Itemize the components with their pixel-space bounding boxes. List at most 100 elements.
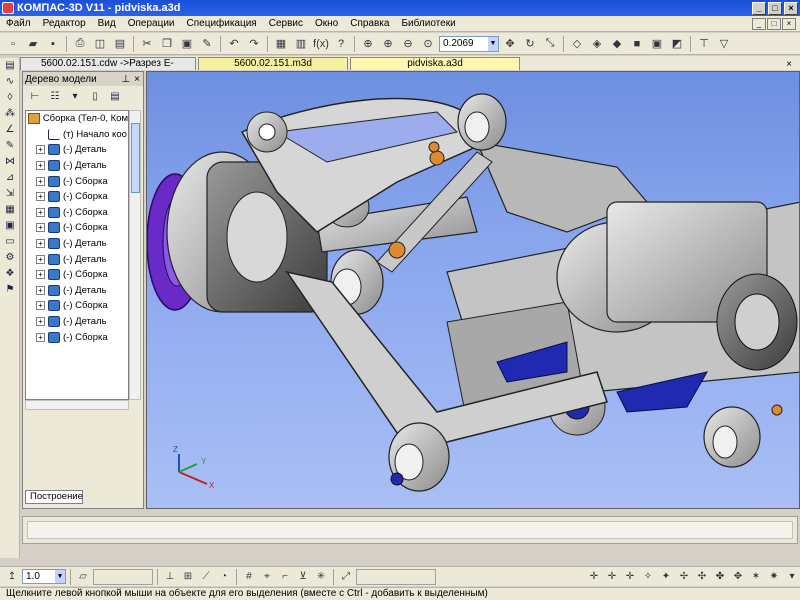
tree-item[interactable]: (т) Начало коо — [26, 127, 128, 143]
tree-item[interactable]: + (-) Деталь — [26, 158, 128, 174]
expand-icon[interactable]: + — [36, 223, 45, 233]
filter-icon[interactable]: ▽ — [715, 35, 733, 53]
manager-icon[interactable]: ▤ — [111, 35, 129, 53]
tree-item[interactable]: + (-) Деталь — [26, 251, 128, 267]
layer-icon[interactable]: ▱ — [75, 569, 91, 585]
tree-item[interactable]: + (-) Сборка — [26, 220, 128, 236]
grid-icon[interactable]: # — [241, 569, 257, 585]
menu-specification[interactable]: Спецификация — [181, 18, 263, 29]
expand-icon[interactable]: + — [36, 301, 45, 311]
expand-icon[interactable]: + — [36, 207, 45, 217]
menu-operations[interactable]: Операции — [122, 18, 181, 29]
tree-display-icon[interactable]: ▯ — [87, 89, 103, 105]
snap-tangent-icon[interactable]: ✦ — [658, 569, 674, 585]
snap-mid-icon[interactable]: ✛ — [622, 569, 638, 585]
chevron-down-icon[interactable]: ▼ — [55, 570, 65, 583]
measure-icon[interactable]: ⊿ — [2, 172, 18, 186]
spatial-curves-icon[interactable]: ∿ — [2, 76, 18, 90]
doc-restore-button[interactable]: □ — [767, 17, 781, 30]
tree-item[interactable]: + (-) Сборка — [26, 267, 128, 283]
tree-item[interactable]: + (-) Сборка — [26, 329, 128, 345]
print-icon[interactable]: ⎙ — [71, 35, 89, 53]
expand-icon[interactable]: + — [36, 285, 45, 295]
tab-close-button[interactable]: × — [786, 59, 792, 70]
pin-icon[interactable]: ⊥ — [121, 74, 130, 85]
sheet-metal-icon[interactable]: ▭ — [2, 236, 18, 250]
measure-tool-icon[interactable]: ⟋ — [198, 569, 214, 585]
orient-icon[interactable]: ⤡ — [541, 35, 559, 53]
expand-icon[interactable]: + — [36, 192, 45, 202]
panel-close-icon[interactable]: × — [134, 74, 140, 85]
snap-align-icon[interactable]: ✷ — [766, 569, 782, 585]
markup-icon[interactable]: ⚑ — [2, 284, 18, 298]
halftone-icon[interactable]: ▣ — [648, 35, 666, 53]
zoom-in-icon[interactable]: ⊕ — [379, 35, 397, 53]
properties-icon[interactable]: ▦ — [272, 35, 290, 53]
snap-nearest-icon[interactable]: ✛ — [586, 569, 602, 585]
expand-icon[interactable]: + — [36, 254, 45, 264]
arrays-icon[interactable]: ⁂ — [2, 108, 18, 122]
menu-window[interactable]: Окно — [309, 18, 344, 29]
maximize-button[interactable]: □ — [768, 1, 782, 15]
snap-toggle-icon[interactable]: ✳ — [313, 569, 329, 585]
save-icon[interactable]: ▪ — [44, 35, 62, 53]
snap-quadrant-icon[interactable]: ✣ — [694, 569, 710, 585]
local-cs-icon[interactable]: ⌖ — [259, 569, 275, 585]
tree-view-mode-icon[interactable]: ☷ — [47, 89, 63, 105]
snap-icon[interactable]: ⊞ — [180, 569, 196, 585]
coord-x-icon[interactable]: ⤢ — [338, 569, 354, 585]
expand-icon[interactable]: + — [36, 176, 45, 186]
ortho-mode-icon[interactable]: ⊻ — [295, 569, 311, 585]
help-pointer-icon[interactable]: ? — [332, 35, 350, 53]
tree-root-assembly[interactable]: Сборка (Тел-0, Ком — [26, 111, 128, 127]
expand-icon[interactable]: + — [36, 145, 45, 155]
zoom-scale-field[interactable]: 0.2069 ▼ — [439, 35, 499, 52]
hidden-thin-icon[interactable]: ◆ — [608, 35, 626, 53]
constraint-icon[interactable]: ⊤ — [695, 35, 713, 53]
expand-icon[interactable]: + — [36, 161, 45, 171]
close-button[interactable]: × — [784, 1, 798, 15]
round-icon[interactable]: ◔ — [216, 569, 232, 585]
format-brush-icon[interactable]: ✎ — [198, 35, 216, 53]
snap-normal-icon[interactable]: ✢ — [676, 569, 692, 585]
snap-center-icon[interactable]: ✛ — [604, 569, 620, 585]
expand-icon[interactable]: + — [36, 270, 45, 280]
no-hidden-icon[interactable]: ■ — [628, 35, 646, 53]
cs-origin-icon[interactable]: ⌐ — [277, 569, 293, 585]
cut-icon[interactable]: ✂ — [138, 35, 156, 53]
tab-construction[interactable]: Построение — [25, 490, 83, 504]
tree-item[interactable]: + (-) Сборка — [26, 189, 128, 205]
menu-libraries[interactable]: Библиотеки — [395, 18, 461, 29]
aux-geometry-icon[interactable]: ∠ — [2, 124, 18, 138]
select-icon[interactable]: ⇲ — [2, 188, 18, 202]
reports-icon[interactable]: ▣ — [2, 220, 18, 234]
snap-point-icon[interactable]: ✤ — [712, 569, 728, 585]
hidden-lines-icon[interactable]: ◈ — [588, 35, 606, 53]
menu-service[interactable]: Сервис — [263, 18, 309, 29]
undo-icon[interactable]: ↶ — [225, 35, 243, 53]
doc-minimize-button[interactable]: _ — [752, 17, 766, 30]
tree-item[interactable]: + (-) Деталь — [26, 314, 128, 330]
new-document-icon[interactable]: ▫ — [4, 35, 22, 53]
expand-icon[interactable]: + — [36, 317, 45, 327]
zoom-out-icon[interactable]: ⊖ — [399, 35, 417, 53]
pan-icon[interactable]: ✥ — [501, 35, 519, 53]
wireframe-icon[interactable]: ◇ — [568, 35, 586, 53]
3d-viewport[interactable]: X Y Z — [146, 71, 800, 509]
tree-list-icon[interactable]: ▤ — [107, 89, 123, 105]
surfaces-icon[interactable]: ◊ — [2, 92, 18, 106]
zoom-scale-icon[interactable]: ⊙ — [419, 35, 437, 53]
snap-grid-icon[interactable]: ✥ — [730, 569, 746, 585]
paste-icon[interactable]: ▣ — [178, 35, 196, 53]
snap-angle-icon[interactable]: ✶ — [748, 569, 764, 585]
menu-editor[interactable]: Редактор — [37, 18, 92, 29]
fx-icon[interactable]: f(x) — [312, 35, 330, 53]
library-icon[interactable]: ❖ — [2, 268, 18, 282]
tab-part[interactable]: 5600.02.151.m3d — [198, 57, 348, 70]
edit-parts-icon[interactable]: ▤ — [2, 60, 18, 74]
zoom-window-icon[interactable]: ⊕ — [359, 35, 377, 53]
tree-item[interactable]: + (-) Деталь — [26, 142, 128, 158]
copy-icon[interactable]: ❐ — [158, 35, 176, 53]
tree-horizontal-scrollbar[interactable] — [25, 400, 129, 410]
cursor-step-field[interactable]: 1.0 ▼ — [22, 569, 66, 584]
